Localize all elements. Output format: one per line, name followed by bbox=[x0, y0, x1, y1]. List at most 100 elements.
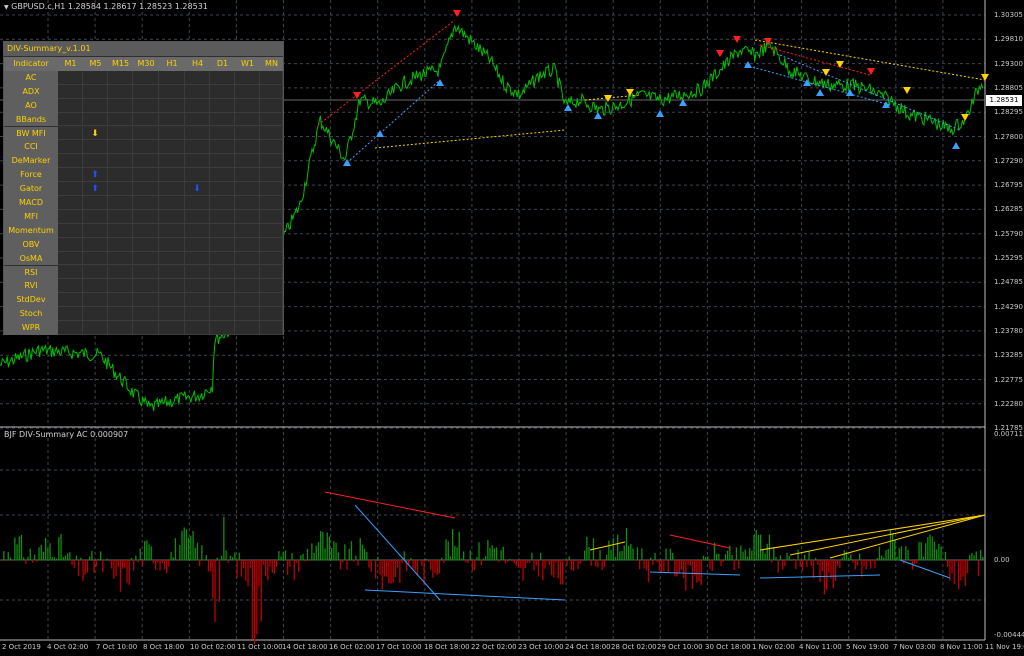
summary-cell bbox=[133, 307, 159, 322]
indicator-bar bbox=[443, 560, 445, 563]
indicator-bar bbox=[698, 560, 700, 582]
divergence-line bbox=[779, 54, 961, 131]
time-tick: 11 Nov 19:00 bbox=[985, 643, 1024, 651]
indicator-divergence-line bbox=[789, 514, 986, 556]
summary-cell: ⬇ bbox=[83, 126, 108, 141]
indicator-bar bbox=[14, 537, 16, 561]
summary-cell bbox=[260, 251, 283, 266]
chart-menu-icon[interactable]: ▼ bbox=[4, 4, 9, 11]
indicator-bar bbox=[192, 530, 194, 561]
indicator-bar bbox=[117, 560, 119, 567]
indicator-bar bbox=[894, 540, 896, 561]
indicator-bar bbox=[942, 560, 944, 561]
price-tick: 1.22775 bbox=[994, 375, 1023, 384]
indicator-bar bbox=[905, 546, 907, 561]
indicator-bar bbox=[188, 537, 190, 561]
summary-cell bbox=[260, 70, 283, 85]
indicator-bar bbox=[262, 560, 265, 565]
indicator-bar bbox=[944, 551, 947, 561]
indicator-bar bbox=[432, 560, 434, 578]
indicator-bar bbox=[458, 531, 460, 561]
summary-cell bbox=[260, 237, 283, 252]
summary-cell bbox=[185, 251, 210, 266]
summary-cell bbox=[108, 265, 133, 280]
indicator-bar bbox=[707, 556, 709, 561]
summary-cell bbox=[235, 279, 260, 294]
indicator-bar bbox=[900, 546, 903, 561]
indicator-bar bbox=[865, 560, 867, 570]
summary-header-m5: M5 bbox=[83, 57, 108, 71]
indicator-bar bbox=[427, 560, 430, 562]
indicator-bar bbox=[201, 545, 203, 561]
indicator-bar bbox=[397, 560, 399, 568]
arrow-down-icon bbox=[716, 50, 724, 57]
summary-cell bbox=[260, 279, 283, 294]
summary-row-label: OsMA bbox=[4, 251, 58, 266]
indicator-bar bbox=[795, 560, 797, 569]
indicator-bar bbox=[128, 560, 130, 586]
indicator-bar bbox=[113, 560, 115, 579]
indicator-bar bbox=[42, 551, 45, 561]
indicator-bar bbox=[874, 560, 876, 568]
indicator-bar bbox=[887, 548, 889, 561]
summary-row-label: OBV bbox=[4, 237, 58, 252]
arrow-up-icon bbox=[594, 112, 602, 119]
summary-cell bbox=[159, 182, 185, 196]
price-tick: 1.23285 bbox=[994, 351, 1023, 360]
indicator-bar bbox=[870, 560, 872, 569]
indicator-bar bbox=[150, 546, 152, 561]
indicator-bar bbox=[185, 529, 188, 561]
indicator-bar bbox=[238, 552, 240, 561]
indicator-bar bbox=[366, 551, 368, 561]
indicator-bar bbox=[980, 549, 982, 561]
indicator-bar bbox=[914, 560, 916, 564]
indicator-bar bbox=[399, 560, 401, 583]
chart-window[interactable]: ▼ GBPUSD.c,H1 1.28584 1.28617 1.28523 1.… bbox=[0, 0, 1024, 656]
indicator-bar bbox=[339, 560, 342, 570]
summary-cell bbox=[133, 84, 159, 99]
indicator-bar bbox=[249, 560, 251, 568]
indicator-bar bbox=[302, 553, 304, 561]
summary-cell bbox=[133, 126, 159, 141]
indicator-bar bbox=[509, 558, 511, 561]
indicator-bar bbox=[632, 548, 634, 561]
indicator-tick: 0.007111 bbox=[994, 430, 1024, 438]
indicator-bar bbox=[724, 554, 727, 561]
indicator-bar bbox=[375, 560, 377, 579]
indicator-bar bbox=[852, 560, 854, 563]
summary-cell bbox=[58, 251, 83, 266]
indicator-bar bbox=[595, 560, 597, 567]
indicator-bar bbox=[672, 552, 674, 561]
indicator-bar bbox=[696, 560, 698, 583]
indicator-bar bbox=[881, 555, 883, 561]
summary-cell bbox=[133, 293, 159, 308]
indicator-bar bbox=[124, 560, 126, 568]
indicator-bar bbox=[601, 560, 603, 571]
indicator-divergence-line bbox=[364, 589, 566, 601]
indicator-bar bbox=[654, 553, 656, 561]
time-tick: 11 Oct 10:00 bbox=[237, 643, 283, 651]
summary-cell bbox=[108, 168, 133, 183]
indicator-bar bbox=[64, 555, 67, 561]
indicator-bar bbox=[111, 560, 113, 569]
indicator-bar bbox=[843, 550, 845, 561]
time-tick: 30 Oct 18:00 bbox=[705, 643, 751, 651]
price-tick: 1.27800 bbox=[994, 132, 1023, 141]
summary-cell bbox=[260, 140, 283, 155]
indicator-bar bbox=[348, 548, 350, 561]
indicator-bar bbox=[214, 560, 216, 622]
indicator-bar bbox=[634, 560, 636, 561]
indicator-bar bbox=[12, 560, 14, 561]
indicator-bar bbox=[430, 560, 432, 570]
indicator-bar bbox=[306, 548, 309, 561]
indicator-bar bbox=[687, 560, 689, 566]
indicator-bar bbox=[566, 560, 568, 566]
summary-row-label: BW MFI bbox=[4, 126, 58, 141]
indicator-bar bbox=[284, 550, 287, 561]
indicator-bar bbox=[940, 546, 942, 561]
indicator-bar bbox=[522, 560, 524, 581]
summary-cell bbox=[133, 98, 159, 113]
summary-cell bbox=[58, 84, 83, 99]
indicator-bar bbox=[377, 556, 379, 561]
indicator-bar bbox=[951, 560, 953, 574]
